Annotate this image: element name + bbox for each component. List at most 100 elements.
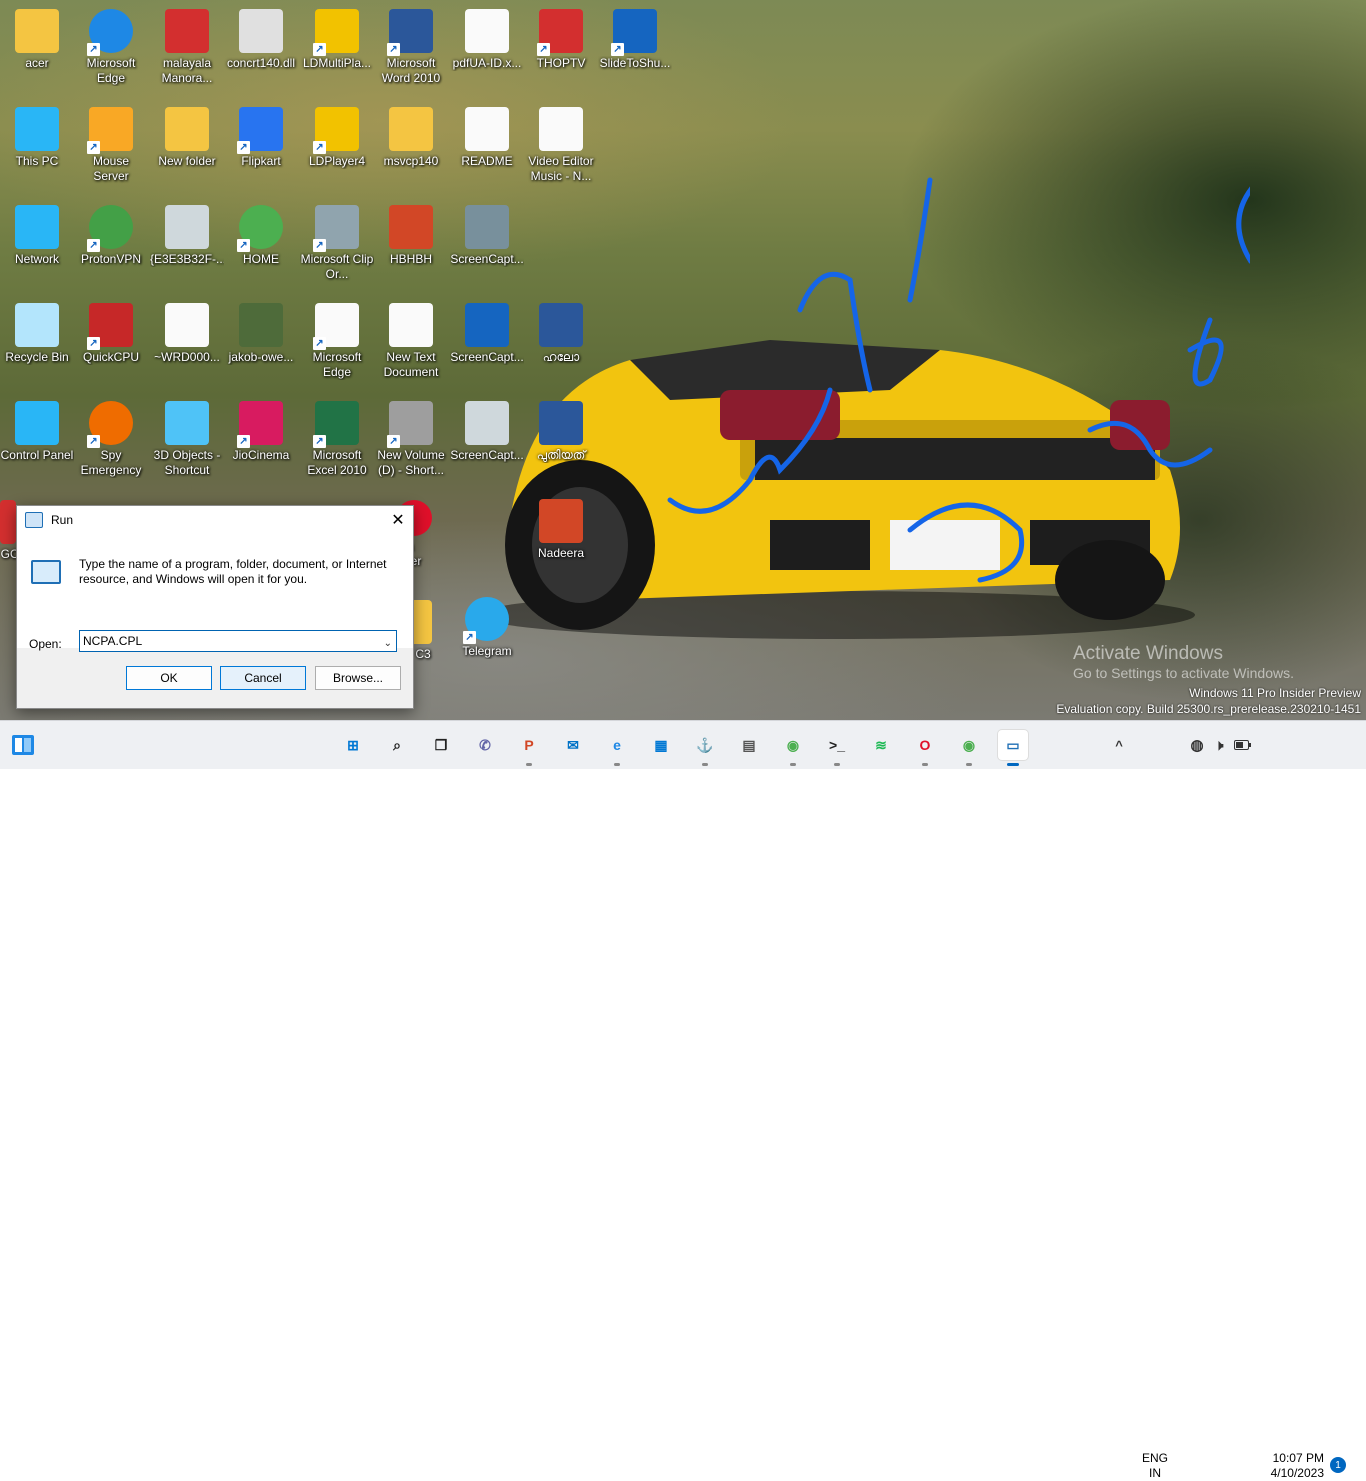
chrome-button-1[interactable]: ◉ [778, 730, 808, 766]
run-dialog-titlebar[interactable]: Run ✕ [17, 506, 413, 534]
recycle-bin-icon [15, 303, 59, 347]
desktop-icon[interactable]: New Text Document [374, 299, 448, 391]
ok-button[interactable]: OK [126, 666, 212, 690]
desktop-icon[interactable]: README [450, 103, 524, 195]
desktop-icon[interactable]: THOPTV [524, 5, 598, 97]
desktop-icon[interactable]: ~WRD000... [150, 299, 224, 391]
desktop-icon[interactable]: Microsoft Edge [300, 299, 374, 391]
desktop-icon-label: ScreenCapt... [450, 448, 524, 462]
desktop-icon[interactable]: Nadeera [524, 495, 598, 587]
desktop-icon[interactable]: Mouse Server [74, 103, 148, 195]
desktop-icon-label: {E3E3B32F-... [150, 252, 224, 266]
desktop-icon[interactable]: Microsoft Edge [74, 5, 148, 97]
desktop-icon[interactable]: Microsoft Excel 2010 [300, 397, 374, 489]
task-view-button[interactable]: ❐ [426, 730, 456, 760]
desktop-icon[interactable]: {E3E3B32F-... [150, 201, 224, 293]
desktop-icon[interactable]: HOME [224, 201, 298, 293]
running-indicator [702, 763, 708, 766]
spotify-button[interactable]: ≋ [866, 730, 896, 760]
desktop-icon[interactable]: Control Panel [0, 397, 74, 489]
desktop-icon[interactable]: ScreenCapt... [450, 299, 524, 391]
desktop-icon[interactable]: LDPlayer4 [300, 103, 374, 195]
desktop-icon[interactable]: New folder [150, 103, 224, 195]
start-button[interactable]: ⊞ [338, 730, 368, 760]
open-combobox[interactable]: NCPA.CPL ⌄ [79, 630, 397, 652]
desktop-icon[interactable]: acer [0, 5, 74, 97]
tray-chevron-icon[interactable]: ^ [1104, 730, 1134, 760]
search-button[interactable]: ⌕ [382, 730, 412, 760]
clip-organizer-icon [313, 205, 359, 252]
ldplayer-icon [313, 107, 359, 154]
powerpoint-file-icon [539, 499, 583, 543]
mouse-server-icon [87, 107, 133, 154]
desktop-icon-label: concrt140.dll [226, 56, 296, 70]
desktop-icon[interactable]: പുതിയത് [524, 397, 598, 489]
desktop-icon[interactable]: ഹലോ [524, 299, 598, 391]
cancel-button[interactable]: Cancel [220, 666, 306, 690]
desktop-icon-label: Microsoft Word 2010 [381, 56, 441, 85]
desktop-icon[interactable]: Telegram [450, 593, 524, 685]
run-app-icon [25, 512, 43, 528]
chrome-button-2[interactable]: ◉ [954, 730, 984, 766]
desktop-icon[interactable]: Microsoft Word 2010 [374, 5, 448, 97]
desktop-icon[interactable]: Flipkart [224, 103, 298, 195]
battery-icon[interactable] [1228, 730, 1258, 760]
running-indicator [1007, 763, 1019, 766]
calculator-button[interactable]: ▤ [734, 730, 764, 760]
desktop-icon[interactable]: HBHBH [374, 201, 448, 293]
language-indicator[interactable]: ENG IN [1142, 1451, 1168, 1481]
powerpoint-button[interactable]: P [514, 730, 544, 766]
desktop-icon[interactable]: 3D Objects - Shortcut [150, 397, 224, 489]
mail-button[interactable]: ✉ [558, 730, 588, 760]
desktop-icon[interactable]: Recycle Bin [0, 299, 74, 391]
desktop[interactable]: acer Microsoft Edge malayala Manora... conc… [0, 0, 1366, 720]
desktop-icon[interactable]: This PC [0, 103, 74, 195]
browse-button[interactable]: Browse... [315, 666, 401, 690]
clock[interactable]: 10:07 PM 4/10/2023 [1258, 1451, 1324, 1481]
desktop-icon[interactable]: msvcp140 [374, 103, 448, 195]
desktop-icon[interactable]: SlideToShu... [598, 5, 672, 97]
desktop-icon[interactable]: Video Editor Music - N... [524, 103, 598, 195]
desktop-icon-label: HOME [243, 252, 279, 266]
desktop-icon[interactable]: JioCinema [224, 397, 298, 489]
desktop-icon[interactable]: New Volume (D) - Short... [374, 397, 448, 489]
desktop-icon-label: Telegram [462, 644, 512, 658]
desktop-icon-label: Spy Emergency [80, 448, 142, 477]
desktop-icon[interactable]: ScreenCapt... [450, 201, 524, 293]
folder-icon [165, 107, 209, 151]
opera-button[interactable]: O [910, 730, 940, 766]
protonvpn-icon [87, 205, 133, 252]
desktop-icon[interactable]: malayala Manora... [150, 5, 224, 97]
desktop-icon[interactable]: ProtonVPN [74, 201, 148, 293]
word-file-icon [539, 303, 583, 347]
terminal-button[interactable]: >_ [822, 730, 852, 766]
run-button[interactable]: ▭ [998, 730, 1028, 766]
run-dialog: Run ✕ Type the name of a program, folder… [16, 505, 414, 709]
chevron-down-icon[interactable]: ⌄ [384, 634, 392, 654]
desktop-icon[interactable]: pdfUA-ID.x... [450, 5, 524, 97]
widgets-icon[interactable] [8, 730, 38, 760]
store-button[interactable]: ▦ [646, 730, 676, 760]
activate-windows-watermark[interactable]: Activate Windows Go to Settings to activ… [1073, 643, 1294, 681]
desktop-icon[interactable]: ScreenCapt... [450, 397, 524, 489]
running-indicator [790, 763, 796, 766]
desktop-icon[interactable]: LDMultiPla... [300, 5, 374, 97]
file-icon [465, 9, 509, 53]
teams-chat-button[interactable]: ✆ [470, 730, 500, 760]
close-button[interactable]: ✕ [383, 506, 413, 534]
app-button[interactable]: ⚓ [690, 730, 720, 766]
desktop-icon-label: JioCinema [232, 448, 290, 462]
notification-badge[interactable]: 1 [1330, 1457, 1346, 1473]
desktop-icon-label: HBHBH [389, 252, 432, 266]
image-file-icon [465, 205, 509, 249]
desktop-icon[interactable]: jakob-owe... [224, 299, 298, 391]
desktop-icon[interactable]: concrt140.dll [224, 5, 298, 97]
desktop-icon[interactable]: Network [0, 201, 74, 293]
desktop-icon-label: ഹലോ [542, 350, 580, 364]
edge-button[interactable]: e [602, 730, 632, 766]
desktop-icon[interactable]: Microsoft Clip Or... [300, 201, 374, 293]
folder-icon [15, 9, 59, 53]
desktop-icon[interactable]: Spy Emergency [74, 397, 148, 489]
build-line-1: Windows 11 Pro Insider Preview [1189, 686, 1361, 700]
desktop-icon[interactable]: QuickCPU [74, 299, 148, 391]
